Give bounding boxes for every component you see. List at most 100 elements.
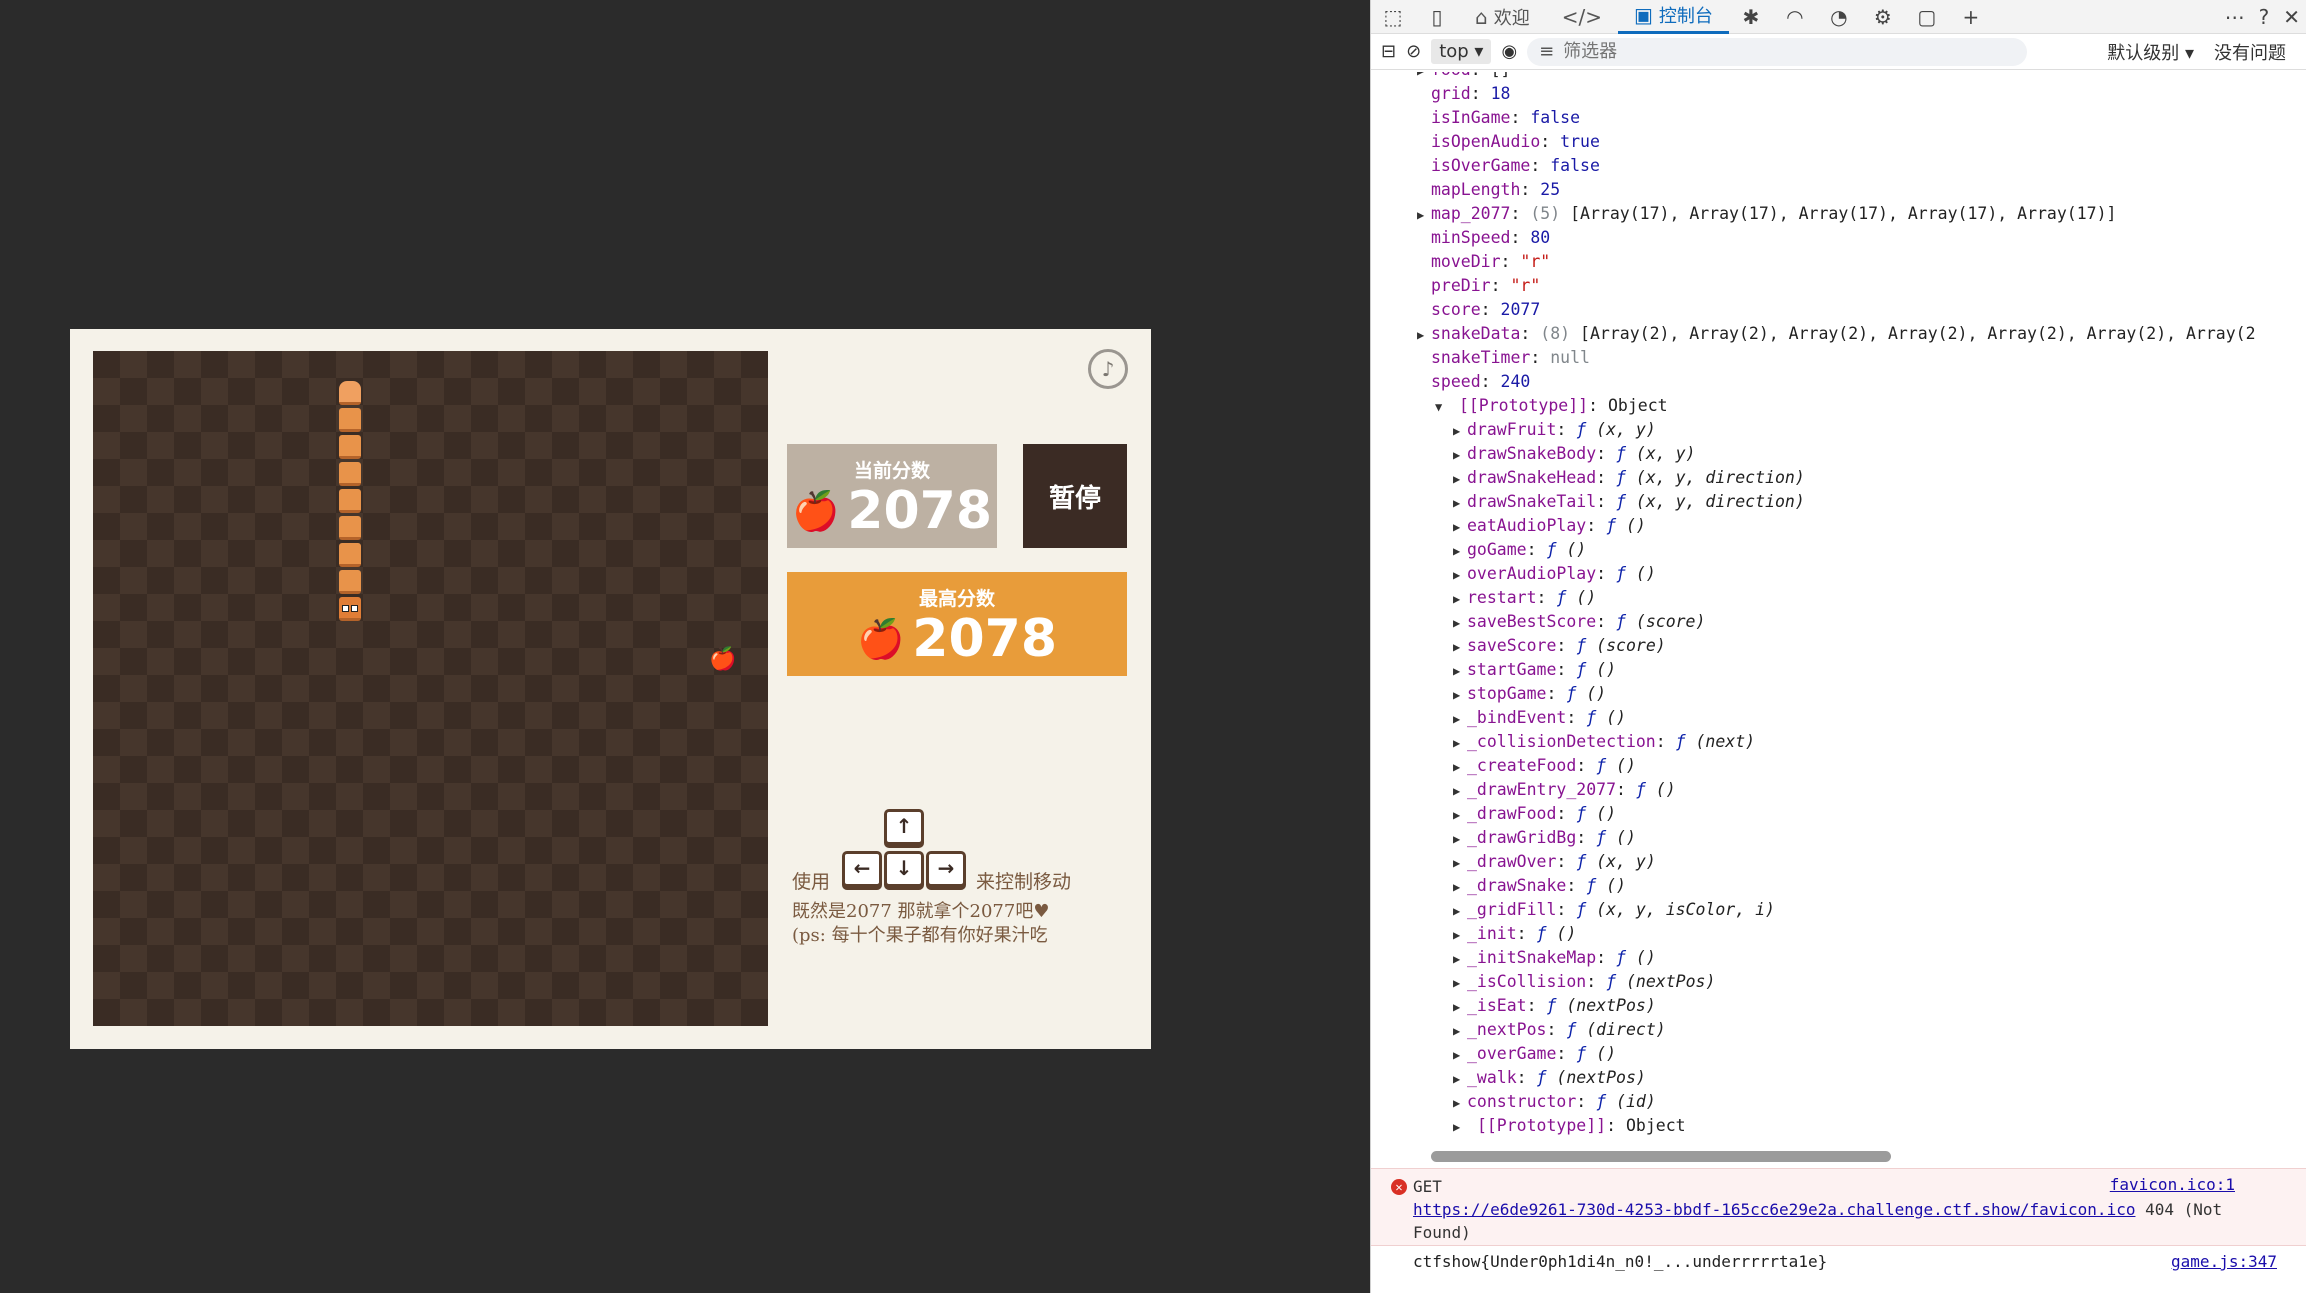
expand-arrow-icon[interactable]: ▶ <box>1453 899 1467 923</box>
add-tab-icon[interactable]: + <box>1949 5 1993 29</box>
method-row[interactable]: ▶ goGame: ƒ () <box>1371 538 2306 562</box>
method-row[interactable]: ▶ _createFood: ƒ () <box>1371 754 2306 778</box>
eye-icon[interactable]: ◉ <box>1501 41 1517 62</box>
expand-arrow-icon[interactable]: ▶ <box>1453 587 1467 611</box>
help-line-2: 既然是2077 那就拿个2077吧♥ <box>792 901 1050 922</box>
expand-arrow-icon[interactable]: ▶ <box>1453 731 1467 755</box>
performance-icon[interactable]: ◔ <box>1817 5 1861 29</box>
expand-arrow-icon[interactable]: ▶ <box>1417 203 1431 227</box>
method-row[interactable]: ▶ _bindEvent: ƒ () <box>1371 706 2306 730</box>
console-output[interactable]: ▶food: [] grid: 18 isInGame: false isOpenAu… <box>1371 72 2306 1152</box>
device-emulation-icon[interactable]: ▯ <box>1415 5 1459 29</box>
application-icon[interactable]: ▢ <box>1905 5 1949 29</box>
method-row[interactable]: ▶ drawSnakeBody: ƒ (x, y) <box>1371 442 2306 466</box>
more-icon[interactable]: ⋯ <box>2225 5 2245 29</box>
expand-arrow-icon[interactable]: ▶ <box>1453 1067 1467 1091</box>
method-row[interactable]: ▶ _drawFood: ƒ () <box>1371 802 2306 826</box>
method-row[interactable]: ▶ _walk: ƒ (nextPos) <box>1371 1066 2306 1090</box>
error-method: GET <box>1413 1177 1442 1196</box>
expand-arrow-icon[interactable]: ▶ <box>1453 635 1467 659</box>
filter-input[interactable] <box>1527 37 2028 66</box>
expand-arrow-icon[interactable]: ▶ <box>1417 323 1431 347</box>
method-row[interactable]: ▶ _drawOver: ƒ (x, y) <box>1371 850 2306 874</box>
expand-arrow-icon[interactable]: ▶ <box>1453 971 1467 995</box>
gear-icon[interactable]: ⚙ <box>1861 5 1905 29</box>
method-row[interactable]: ▶ constructor: ƒ (id) <box>1371 1090 2306 1114</box>
expand-arrow-icon[interactable]: ▶ <box>1453 875 1467 899</box>
expand-arrow-icon[interactable]: ▶ <box>1453 515 1467 539</box>
expand-arrow-icon[interactable]: ▶ <box>1453 947 1467 971</box>
method-row[interactable]: ▶ restart: ƒ () <box>1371 586 2306 610</box>
property-row[interactable]: ▶ map_2077: (5) [Array(17), Array(17), Ar… <box>1371 202 2306 226</box>
method-row[interactable]: ▶ _nextPos: ƒ (direct) <box>1371 1018 2306 1042</box>
method-row[interactable]: ▶ _isCollision: ƒ (nextPos) <box>1371 970 2306 994</box>
expand-arrow-icon[interactable]: ▶ <box>1453 659 1467 683</box>
method-row[interactable]: ▶ _init: ƒ () <box>1371 922 2306 946</box>
method-row[interactable]: ▶ startGame: ƒ () <box>1371 658 2306 682</box>
tab-elements[interactable]: </> <box>1546 0 1618 34</box>
pause-button[interactable]: 暂停 <box>1023 444 1127 548</box>
scrollbar-thumb[interactable] <box>1431 1151 1891 1162</box>
game-board[interactable]: 🍎 <box>93 351 768 1026</box>
method-row[interactable]: ▶ drawFruit: ƒ (x, y) <box>1371 418 2306 442</box>
expand-arrow-icon[interactable]: ▶ <box>1453 923 1467 947</box>
method-row[interactable]: ▶ eatAudioPlay: ƒ () <box>1371 514 2306 538</box>
method-row[interactable]: ▶ _isEat: ƒ (nextPos) <box>1371 994 2306 1018</box>
error-source-link[interactable]: favicon.ico:1 <box>2110 1175 2235 1194</box>
close-icon[interactable]: ✕ <box>2283 5 2300 29</box>
expand-arrow-icon[interactable]: ▶ <box>1453 419 1467 443</box>
method-row[interactable]: ▶ saveBestScore: ƒ (score) <box>1371 610 2306 634</box>
expand-arrow-icon[interactable]: ▶ <box>1453 1115 1467 1139</box>
tab-console[interactable]: ▣ 控制台 <box>1617 0 1729 34</box>
method-row[interactable]: ▶ _gridFill: ƒ (x, y, isColor, i) <box>1371 898 2306 922</box>
clear-console-icon[interactable]: ⊘ <box>1406 41 1421 62</box>
expand-arrow-icon[interactable]: ▶ <box>1453 683 1467 707</box>
method-row[interactable]: ▶ _drawEntry_2077: ƒ () <box>1371 778 2306 802</box>
expand-arrow-icon[interactable]: ▶ <box>1453 803 1467 827</box>
log-source-link[interactable]: game.js:347 <box>2171 1252 2277 1271</box>
method-row[interactable]: ▶ stopGame: ƒ () <box>1371 682 2306 706</box>
method-row[interactable]: ▶ _collisionDetection: ƒ (next) <box>1371 730 2306 754</box>
method-row[interactable]: ▶ saveScore: ƒ (score) <box>1371 634 2306 658</box>
tab-welcome[interactable]: ⌂ 欢迎 <box>1459 0 1546 34</box>
property-row[interactable]: ▶ snakeData: (8) [Array(2), Array(2), Arr… <box>1371 322 2306 346</box>
expand-arrow-icon[interactable]: ▶ <box>1453 1091 1467 1115</box>
method-row[interactable]: ▶ _overGame: ƒ () <box>1371 1042 2306 1066</box>
inner-prototype-row[interactable]: ▶ [[Prototype]]: Object <box>1371 1114 2306 1138</box>
inspect-icon[interactable]: ⬚ <box>1371 5 1415 29</box>
expand-arrow-icon[interactable]: ▶ <box>1453 539 1467 563</box>
expand-arrow-icon[interactable]: ▼ <box>1435 395 1449 419</box>
expand-arrow-icon[interactable]: ▶ <box>1453 1043 1467 1067</box>
method-row[interactable]: ▶ _drawSnake: ƒ () <box>1371 874 2306 898</box>
expand-arrow-icon[interactable]: ▶ <box>1453 851 1467 875</box>
best-score-box: 最高分数 🍎 2078 <box>787 572 1127 676</box>
method-row[interactable]: ▶ drawSnakeHead: ƒ (x, y, direction) <box>1371 466 2306 490</box>
method-row[interactable]: ▶ drawSnakeTail: ƒ (x, y, direction) <box>1371 490 2306 514</box>
expand-arrow-icon[interactable]: ▶ <box>1453 755 1467 779</box>
prototype-row[interactable]: ▼ [[Prototype]]: Object <box>1371 394 2306 418</box>
help-icon[interactable]: ? <box>2259 5 2270 29</box>
expand-arrow-icon[interactable]: ▶ <box>1453 707 1467 731</box>
error-url-link[interactable]: https://e6de9261-730d-4253-bbdf-165cc6e2… <box>1413 1200 2135 1219</box>
expand-arrow-icon[interactable]: ▶ <box>1453 1019 1467 1043</box>
expand-arrow-icon[interactable]: ▶ <box>1453 563 1467 587</box>
expand-arrow-icon[interactable]: ▶ <box>1453 467 1467 491</box>
expand-arrow-icon[interactable]: ▶ <box>1453 491 1467 515</box>
log-level-select[interactable]: 默认级别 ▾ <box>2107 39 2194 65</box>
wifi-icon[interactable]: ◠ <box>1773 5 1817 29</box>
horizontal-scrollbar[interactable] <box>1421 1148 2251 1164</box>
context-select[interactable]: top ▾ <box>1431 39 1492 64</box>
bug-icon[interactable]: ✱ <box>1729 5 1773 29</box>
method-row[interactable]: ▶ overAudioPlay: ƒ () <box>1371 562 2306 586</box>
expand-arrow-icon[interactable]: ▶ <box>1453 443 1467 467</box>
expand-arrow-icon[interactable]: ▶ <box>1453 995 1467 1019</box>
music-note-icon[interactable]: ♪ <box>1088 349 1128 389</box>
sidebar-toggle-icon[interactable]: ⊟ <box>1381 41 1396 62</box>
expand-arrow-icon[interactable]: ▶ <box>1453 779 1467 803</box>
method-row[interactable]: ▶ _initSnakeMap: ƒ () <box>1371 946 2306 970</box>
method-row[interactable]: ▶ _drawGridBg: ƒ () <box>1371 826 2306 850</box>
property-row[interactable]: ▶food: [] <box>1371 72 2306 82</box>
expand-arrow-icon[interactable]: ▶ <box>1453 611 1467 635</box>
expand-arrow-icon[interactable]: ▶ <box>1453 827 1467 851</box>
issues-indicator[interactable]: 没有问题 <box>2214 39 2286 65</box>
